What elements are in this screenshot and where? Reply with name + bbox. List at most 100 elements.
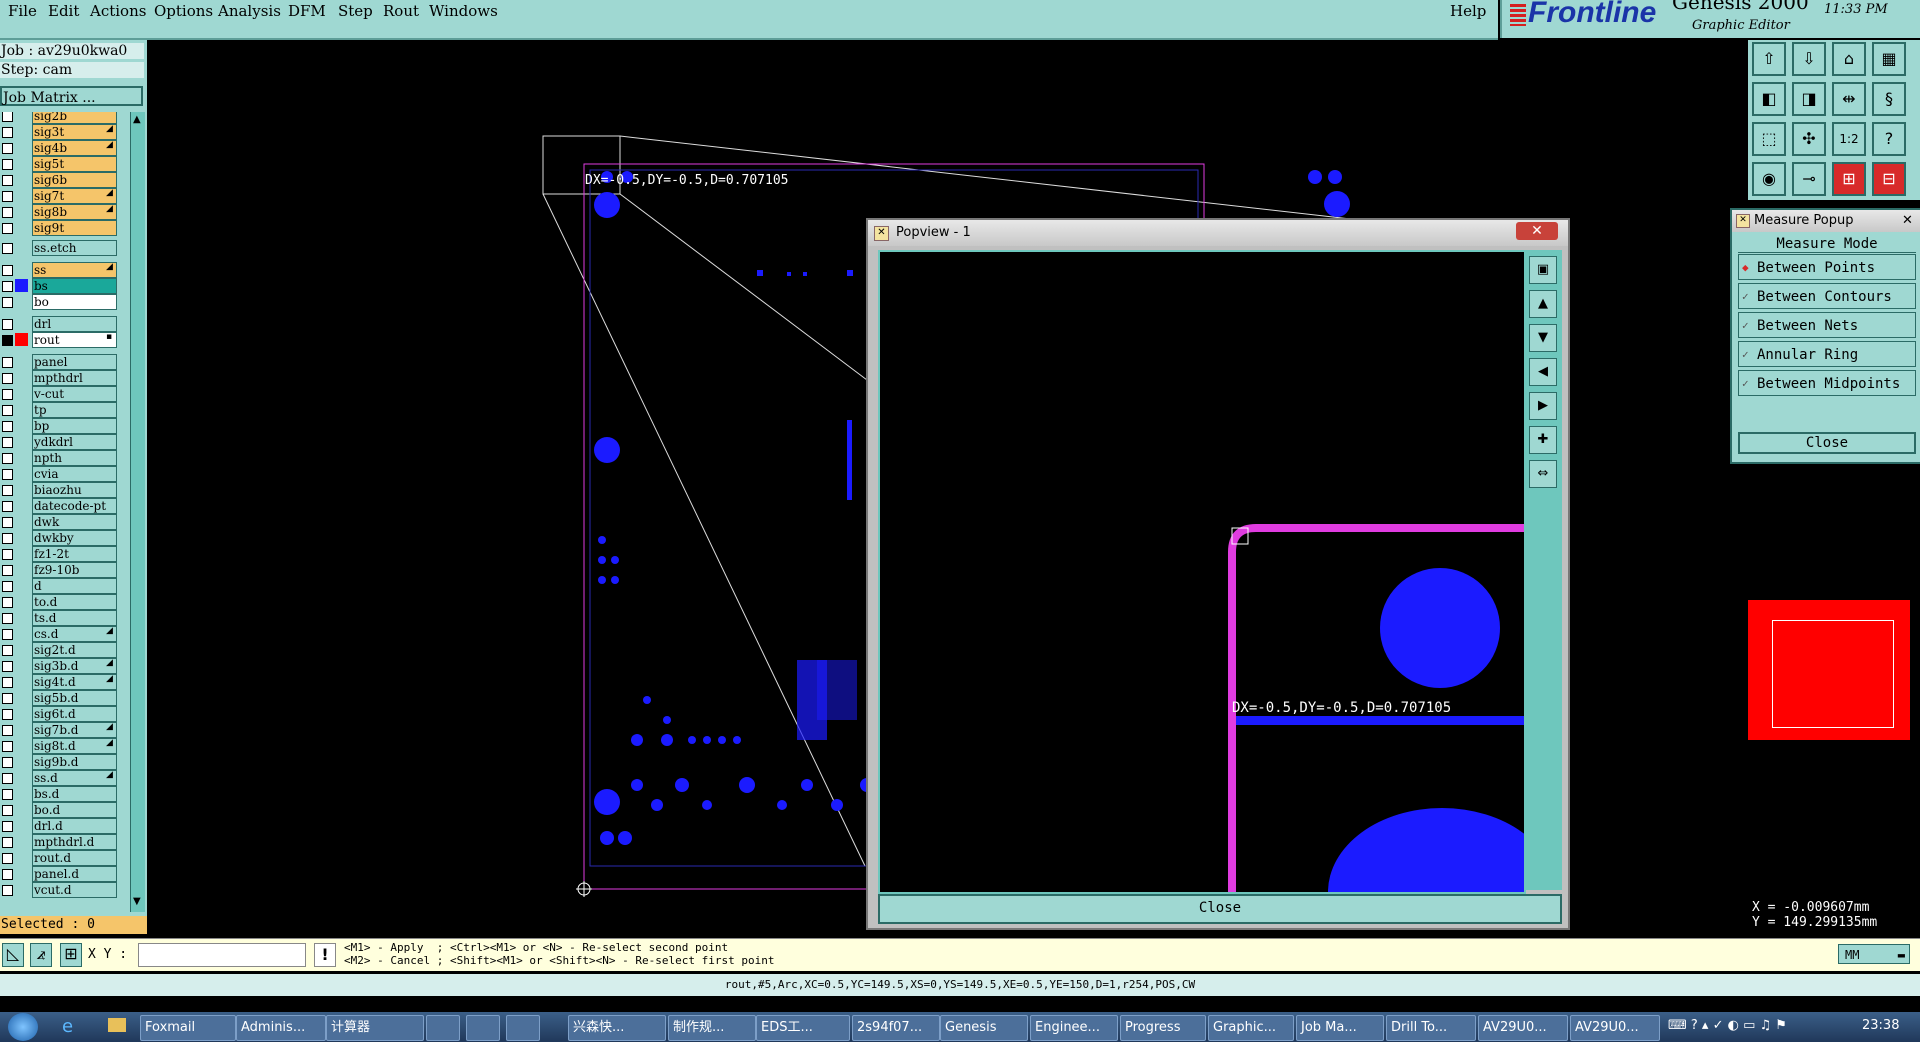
layer-color-swatch[interactable]: [15, 739, 28, 752]
layer-checkbox[interactable]: [2, 789, 13, 800]
layer-checkbox[interactable]: [2, 223, 13, 234]
layer-color-swatch[interactable]: [15, 819, 28, 832]
layer-checkbox[interactable]: [2, 533, 13, 544]
layer-checkbox[interactable]: [2, 549, 13, 560]
layer-row[interactable]: sig2t.d: [0, 642, 118, 658]
measure-popup-titlebar[interactable]: ✕ Measure Popup ✕: [1732, 210, 1920, 232]
layer-checkbox[interactable]: [2, 773, 13, 784]
layer-color-swatch[interactable]: [15, 451, 28, 464]
pan-down-icon[interactable]: ▼: [1529, 324, 1557, 352]
layer-name[interactable]: d: [32, 578, 117, 594]
layer-row[interactable]: ydkdrl: [0, 434, 118, 450]
start-button[interactable]: [8, 1013, 38, 1041]
layer-row[interactable]: sig5t: [0, 156, 118, 172]
window-split-icon[interactable]: ▦: [1872, 42, 1906, 76]
layer-checkbox[interactable]: [2, 297, 13, 308]
layer-checkbox[interactable]: [2, 805, 13, 816]
layer-row[interactable]: sig8t.d ◢: [0, 738, 118, 754]
taskbar-item[interactable]: Adminis...: [236, 1015, 326, 1041]
layer-checkbox[interactable]: [2, 281, 13, 292]
layer-checkbox[interactable]: [2, 613, 13, 624]
layer-name[interactable]: fz1-2t: [32, 546, 117, 562]
layer-color-swatch[interactable]: [15, 643, 28, 656]
menu-dfm[interactable]: DFM: [288, 2, 326, 20]
layer-checkbox[interactable]: [2, 757, 13, 768]
layer-name[interactable]: fz9-10b: [32, 562, 117, 578]
menu-windows[interactable]: Windows: [429, 2, 498, 20]
zoom-center-icon[interactable]: ✣: [1792, 122, 1826, 156]
layer-name[interactable]: npth: [32, 450, 117, 466]
layer-checkbox[interactable]: [2, 453, 13, 464]
taskbar-item[interactable]: 兴森快...: [568, 1015, 666, 1041]
layer-color-swatch[interactable]: [15, 803, 28, 816]
layer-name[interactable]: sig2b: [32, 112, 117, 124]
taskbar-item[interactable]: Enginee...: [1030, 1015, 1118, 1041]
taskbar-item[interactable]: Job Ma...: [1296, 1015, 1384, 1041]
layer-color-swatch[interactable]: [15, 205, 28, 218]
taskbar-item[interactable]: [426, 1015, 460, 1041]
folder-icon[interactable]: [108, 1018, 126, 1032]
layer-name[interactable]: sig8b: [32, 204, 117, 220]
layer-checkbox[interactable]: [2, 469, 13, 480]
layer-row[interactable]: sig5b.d: [0, 690, 118, 706]
layer-checkbox[interactable]: [2, 709, 13, 720]
layer-name[interactable]: bs.d: [32, 786, 117, 802]
layer-row[interactable]: bo: [0, 294, 118, 310]
layer-color-swatch[interactable]: [15, 627, 28, 640]
layer-color-swatch[interactable]: [15, 173, 28, 186]
layer-checkbox[interactable]: [2, 191, 13, 202]
layer-color-swatch[interactable]: [15, 403, 28, 416]
taskbar-item[interactable]: [506, 1015, 540, 1041]
measure-option[interactable]: ◆ Between Points: [1738, 254, 1916, 280]
layer-checkbox[interactable]: [2, 597, 13, 608]
layer-name[interactable]: cs.d: [32, 626, 117, 642]
layer-name[interactable]: ss: [32, 262, 117, 278]
layer-checkbox[interactable]: [2, 389, 13, 400]
layer-checkbox[interactable]: [2, 565, 13, 576]
layer-color-swatch[interactable]: [15, 771, 28, 784]
layer-name[interactable]: sig6t.d: [32, 706, 117, 722]
layer-color-swatch[interactable]: [15, 515, 28, 528]
layer-color-swatch[interactable]: [15, 125, 28, 138]
layer-checkbox[interactable]: [2, 501, 13, 512]
layer-checkbox[interactable]: [2, 517, 13, 528]
measure-close-button[interactable]: Close: [1738, 432, 1916, 454]
layer-color-swatch[interactable]: [15, 435, 28, 448]
layer-row[interactable]: fz1-2t: [0, 546, 118, 562]
layer-checkbox[interactable]: [2, 373, 13, 384]
xy-input[interactable]: [138, 943, 306, 967]
layer-row[interactable]: bs: [0, 278, 118, 294]
layer-color-swatch[interactable]: [15, 483, 28, 496]
zoom-extent-icon[interactable]: ⬚: [1752, 122, 1786, 156]
layer-color-swatch[interactable]: [15, 112, 28, 122]
layer-name[interactable]: cvia: [32, 466, 117, 482]
overview-window[interactable]: [1748, 600, 1910, 740]
layer-row[interactable]: to.d: [0, 594, 118, 610]
popview-close-icon[interactable]: ✕: [1516, 222, 1558, 240]
layer-row[interactable]: sig9t: [0, 220, 118, 236]
layer-checkbox[interactable]: [2, 265, 13, 276]
menu-analysis[interactable]: Analysis: [218, 2, 281, 20]
layer-row[interactable]: d: [0, 578, 118, 594]
pan-left-icon[interactable]: ◀: [1529, 358, 1557, 386]
layer-color-swatch[interactable]: [15, 371, 28, 384]
info-icon[interactable]: !: [314, 943, 336, 967]
layer-color-swatch[interactable]: [15, 141, 28, 154]
taskbar-item[interactable]: Drill To...: [1386, 1015, 1476, 1041]
layer-name[interactable]: drl.d: [32, 818, 117, 834]
layer-color-swatch[interactable]: [15, 723, 28, 736]
layer-checkbox[interactable]: [2, 405, 13, 416]
layer-color-swatch[interactable]: [15, 547, 28, 560]
layer-row[interactable]: dwk: [0, 514, 118, 530]
scroll-up-icon[interactable]: ▲: [133, 114, 141, 125]
layer-row[interactable]: biaozhu: [0, 482, 118, 498]
layer-row[interactable]: ss.d ◢: [0, 770, 118, 786]
layer-name[interactable]: panel: [32, 354, 117, 370]
layer-color-swatch[interactable]: [15, 675, 28, 688]
layer-name[interactable]: ss.d: [32, 770, 117, 786]
layer-checkbox[interactable]: [2, 421, 13, 432]
layer-name[interactable]: panel.d: [32, 866, 117, 882]
job-matrix-button[interactable]: Job Matrix ...: [0, 86, 143, 106]
layer-name[interactable]: ydkdrl: [32, 434, 117, 450]
probe-icon[interactable]: ⊸: [1792, 162, 1826, 196]
